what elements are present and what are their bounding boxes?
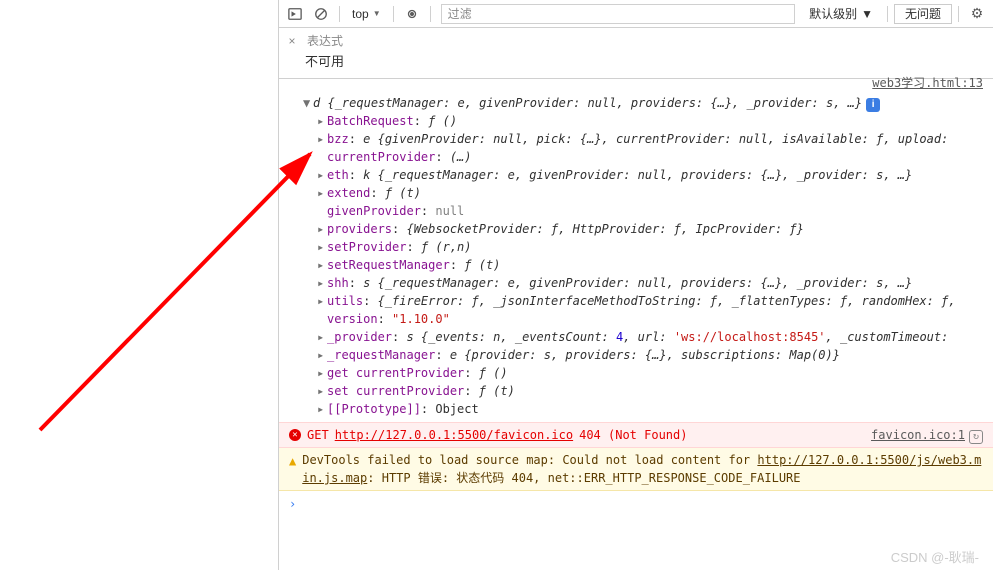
clear-console-button[interactable] [309, 3, 333, 25]
tree-property[interactable]: ▸setRequestManager: ƒ (t) [303, 256, 983, 274]
log-level-selector[interactable]: 默认级别 ▼ [801, 5, 881, 22]
level-label: 默认级别 [809, 5, 857, 22]
expand-arrow-icon[interactable]: ▸ [317, 256, 327, 274]
separator [393, 6, 394, 22]
tree-property[interactable]: givenProvider: null [303, 202, 983, 220]
expand-arrow-icon[interactable]: ▸ [317, 166, 327, 184]
separator [958, 6, 959, 22]
expand-arrow-icon[interactable]: ▸ [317, 292, 327, 310]
tree-property[interactable]: ▸utils: {_fireError: ƒ, _jsonInterfaceMe… [303, 292, 983, 310]
object-tree: ▼d {_requestManager: e, givenProvider: n… [279, 94, 993, 422]
toggle-sidebar-button[interactable] [283, 3, 307, 25]
tree-property[interactable]: ▸set currentProvider: ƒ (t) [303, 382, 983, 400]
separator [887, 6, 888, 22]
close-watch-button[interactable]: × [285, 34, 299, 48]
expand-arrow-icon[interactable]: ▸ [317, 400, 327, 418]
settings-button[interactable]: ⚙ [965, 3, 989, 25]
error-status: 404 (Not Found) [579, 426, 687, 444]
tree-property[interactable]: ▸providers: {WebsocketProvider: ƒ, HttpP… [303, 220, 983, 238]
tree-property[interactable]: ▸bzz: e {givenProvider: null, pick: {…},… [303, 130, 983, 148]
console-prompt[interactable]: › [279, 491, 993, 517]
issues-button[interactable]: 无问题 [894, 4, 952, 24]
context-label: top [352, 7, 369, 21]
error-url-link[interactable]: http://127.0.0.1:5500/favicon.ico [335, 426, 573, 444]
tree-property[interactable]: ▸_provider: s {_events: n, _eventsCount:… [303, 328, 983, 346]
tree-root[interactable]: ▼d {_requestManager: e, givenProvider: n… [303, 94, 983, 112]
tree-property[interactable]: ▸_requestManager: e {provider: s, provid… [303, 346, 983, 364]
separator [339, 6, 340, 22]
tree-property[interactable]: ▸[[Prototype]]: Object [303, 400, 983, 418]
tree-property[interactable]: ▸setProvider: ƒ (r,n) [303, 238, 983, 256]
console-warn-row: ▲ DevTools failed to load source map: Co… [279, 448, 993, 491]
live-expression-button[interactable] [400, 3, 424, 25]
context-selector[interactable]: top ▼ [346, 7, 387, 21]
expand-arrow-icon[interactable]: ▸ [317, 274, 327, 292]
console-output: web3学习.html:13 ▼d {_requestManager: e, g… [279, 72, 993, 570]
tree-property[interactable]: ▸BatchRequest: ƒ () [303, 112, 983, 130]
error-method: GET [307, 426, 329, 444]
chevron-down-icon: ▼ [861, 7, 873, 21]
tree-property[interactable]: ▸get currentProvider: ƒ () [303, 364, 983, 382]
expand-arrow-icon[interactable]: ▸ [317, 238, 327, 256]
tree-property[interactable]: ▸eth: k {_requestManager: e, givenProvid… [303, 166, 983, 184]
warning-icon: ▲ [289, 452, 296, 487]
tree-property[interactable]: currentProvider: (…) [303, 148, 983, 166]
info-icon[interactable]: i [866, 98, 880, 112]
source-link[interactable]: web3学习.html:13 [279, 72, 993, 94]
devtools-console-panel: top ▼ 默认级别 ▼ 无问题 ⚙ × 表达式 不可用 web3学习.html:1… [278, 0, 993, 570]
tree-property[interactable]: ▸shh: s {_requestManager: e, givenProvid… [303, 274, 983, 292]
watch-unavailable: 不可用 [285, 49, 987, 70]
watch-title: 表达式 [307, 32, 343, 49]
expand-arrow-icon[interactable]: ▼ [303, 94, 313, 112]
error-icon: ✕ [289, 429, 301, 441]
watermark: CSDN @-耿瑞- [891, 547, 979, 566]
expand-arrow-icon[interactable]: ▸ [317, 184, 327, 202]
separator [430, 6, 431, 22]
console-toolbar: top ▼ 默认级别 ▼ 无问题 ⚙ [279, 0, 993, 28]
expand-arrow-icon[interactable]: ▸ [317, 364, 327, 382]
expand-arrow-icon[interactable]: ▸ [317, 382, 327, 400]
expand-arrow-icon[interactable]: ▸ [317, 220, 327, 238]
expand-arrow-icon[interactable]: ▸ [317, 112, 327, 130]
error-source-link[interactable]: favicon.ico:1 [871, 428, 965, 442]
filter-input[interactable] [441, 4, 795, 24]
warning-text: DevTools failed to load source map: Coul… [302, 451, 983, 487]
expand-arrow-icon[interactable]: ▸ [317, 346, 327, 364]
expand-arrow-icon[interactable]: ▸ [317, 328, 327, 346]
chevron-down-icon: ▼ [373, 9, 381, 18]
reload-icon[interactable]: ↻ [969, 430, 983, 444]
console-error-row: ✕ GET http://127.0.0.1:5500/favicon.ico … [279, 422, 993, 448]
tree-property[interactable]: ▸extend: ƒ (t) [303, 184, 983, 202]
tree-property[interactable]: version: "1.10.0" [303, 310, 983, 328]
expand-arrow-icon[interactable]: ▸ [317, 130, 327, 148]
